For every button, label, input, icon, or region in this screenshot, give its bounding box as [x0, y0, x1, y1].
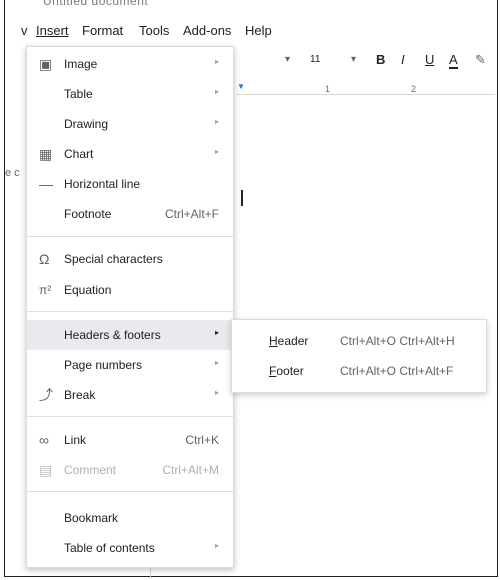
chart-icon: ▦: [39, 146, 53, 162]
menu-divider: [27, 416, 233, 417]
submenu-item-footer[interactable]: Footer Ctrl+Alt+O Ctrl+Alt+F: [232, 357, 486, 387]
menu-divider: [27, 311, 233, 312]
submenu-arrow-icon: ▸: [214, 57, 219, 66]
shortcut-label: Ctrl+Alt+M: [162, 463, 219, 477]
shortcut-label: Ctrl+Alt+O Ctrl+Alt+H: [340, 334, 455, 348]
font-dropdown-icon[interactable]: ▾: [285, 54, 290, 65]
menu-item-label: Table: [64, 87, 93, 101]
headers-footers-submenu: Header Ctrl+Alt+O Ctrl+Alt+H Footer Ctrl…: [231, 319, 487, 393]
shortcut-label: Ctrl+Alt+F: [164, 207, 219, 221]
menu-item-horizontal-line[interactable]: — Horizontal line: [27, 169, 233, 199]
label-rest: eader: [277, 334, 309, 348]
text-cursor: [241, 190, 243, 206]
break-icon: ⤴: [39, 387, 53, 403]
menu-item-label: Footnote: [64, 207, 112, 221]
submenu-item-label: Header: [269, 334, 308, 348]
menu-item-label: Chart: [64, 147, 94, 161]
menu-item-label: Link: [64, 433, 87, 447]
menu-item-label: Drawing: [64, 117, 109, 131]
menu-item-headers-footers[interactable]: Headers & footers ▸: [27, 320, 233, 350]
menu-item-break[interactable]: ⤴ Break ▸: [27, 380, 233, 410]
menu-insert[interactable]: Insert: [36, 23, 69, 38]
menu-item-link[interactable]: ∞ Link Ctrl+K: [27, 425, 233, 455]
menu-item-label: Comment: [64, 463, 117, 477]
font-size-dropdown-icon[interactable]: ▾: [351, 54, 356, 65]
ruler-tick: 2: [411, 84, 417, 94]
menu-item-label: Bookmark: [64, 511, 119, 525]
menu-item-label: Page numbers: [64, 358, 143, 372]
ruler-tick: 1: [325, 84, 331, 94]
label-rest: ooter: [276, 364, 304, 378]
insert-menu: ▣ Image ▸ Table ▸ Drawing ▸ ▦ Chart ▸ — …: [26, 46, 234, 568]
doc-left-edge-fragment: e c: [5, 167, 20, 179]
menu-help[interactable]: Help: [245, 23, 272, 38]
submenu-arrow-icon: ▸: [214, 117, 219, 126]
menu-item-label: Break: [64, 388, 96, 402]
menu-tools[interactable]: Tools: [139, 23, 169, 38]
menu-divider: [27, 236, 233, 237]
font-size-value[interactable]: 11: [310, 54, 320, 65]
menubar: v Insert Format Tools Add-ons Help: [5, 20, 497, 42]
doc-title-fragment: Untitled document: [43, 0, 149, 8]
menu-item-special-characters[interactable]: Ω Special characters: [27, 244, 233, 274]
menu-item-label: Headers & footers: [64, 328, 161, 342]
submenu-item-header[interactable]: Header Ctrl+Alt+O Ctrl+Alt+H: [232, 327, 486, 357]
highlight-icon[interactable]: ✎: [475, 52, 486, 68]
submenu-arrow-icon: ▸: [214, 358, 219, 367]
shortcut-label: Ctrl+K: [185, 433, 219, 447]
accelerator-key: H: [269, 334, 278, 348]
horizontal-line-icon: —: [39, 176, 53, 192]
submenu-item-label: Footer: [269, 364, 304, 378]
text-color-button[interactable]: A: [449, 52, 458, 69]
menu-addons[interactable]: Add-ons: [183, 23, 231, 38]
menu-item-bookmark[interactable]: Bookmark: [27, 503, 233, 533]
menu-item-label: Horizontal line: [64, 177, 141, 191]
pi-icon: π²: [39, 283, 52, 297]
menubar-edge-fragment: v: [21, 23, 28, 38]
submenu-arrow-icon: ▸: [214, 147, 219, 156]
menu-item-table[interactable]: Table ▸: [27, 79, 233, 109]
menu-item-label: Equation: [64, 283, 112, 297]
menu-item-label: Special characters: [64, 252, 163, 266]
comment-icon: ▤: [39, 462, 53, 478]
shortcut-label: Ctrl+Alt+O Ctrl+Alt+F: [340, 364, 454, 378]
menu-item-label: Image: [64, 57, 98, 71]
bold-button[interactable]: B: [376, 52, 385, 67]
submenu-arrow-icon: ▸: [214, 388, 219, 397]
menu-format[interactable]: Format: [82, 23, 123, 38]
submenu-arrow-icon: ▸: [214, 87, 219, 96]
menu-item-label: Table of contents: [64, 541, 155, 555]
submenu-arrow-icon: ▸: [214, 328, 219, 337]
menu-item-image[interactable]: ▣ Image ▸: [27, 49, 233, 79]
link-icon: ∞: [39, 432, 49, 448]
italic-button[interactable]: I: [401, 52, 405, 67]
menu-item-comment: ▤ Comment Ctrl+Alt+M: [27, 455, 233, 485]
menu-item-page-numbers[interactable]: Page numbers ▸: [27, 350, 233, 380]
ruler: ▼ 1 2: [237, 82, 495, 95]
underline-button[interactable]: U: [425, 52, 434, 67]
menu-item-chart[interactable]: ▦ Chart ▸: [27, 139, 233, 169]
submenu-arrow-icon: ▸: [214, 541, 219, 550]
menu-item-drawing[interactable]: Drawing ▸: [27, 109, 233, 139]
ruler-indent-marker-icon[interactable]: ▼: [237, 82, 245, 91]
image-icon: ▣: [39, 56, 53, 72]
menu-item-table-of-contents[interactable]: Table of contents ▸: [27, 533, 233, 563]
menu-item-equation[interactable]: π² Equation: [27, 275, 233, 305]
omega-icon: Ω: [39, 251, 50, 267]
menu-divider: [27, 491, 233, 492]
menu-item-footnote[interactable]: Footnote Ctrl+Alt+F: [27, 199, 233, 229]
